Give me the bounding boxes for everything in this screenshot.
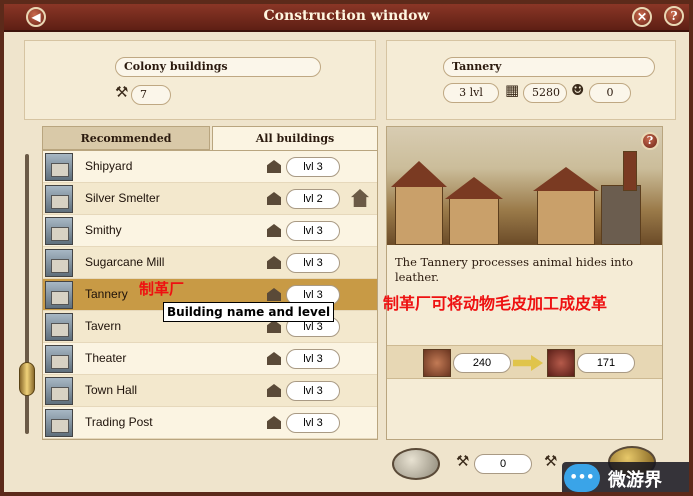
arrow-icon [513,355,543,371]
cost-icon: ▦ [505,81,520,99]
building-icon [45,313,73,341]
selected-building-name: Tannery [443,57,655,77]
building-name: Sugarcane Mill [85,255,165,269]
building-name: Smithy [85,223,122,237]
colony-header: Colony buildings ⚒ 7 [24,40,376,120]
list-item[interactable]: Trading Post lvl 3 [43,407,377,439]
selected-building-cost: 5280 [523,83,567,103]
hammer-icon: ⚒ [115,83,129,101]
tab-recommended[interactable]: Recommended [42,126,210,150]
tab-all-buildings[interactable]: All buildings [212,126,378,150]
window-title: Construction window [263,8,430,24]
list-item[interactable]: Silver Smelter lvl 2 [43,183,377,215]
build-cost: 0 [474,454,532,474]
list-item[interactable]: Shipyard lvl 3 [43,151,377,183]
selected-building-header: Tannery 3 lvl ▦ 5280 ☻ 0 [386,40,676,120]
building-icon [45,281,73,309]
output-amount: 171 [577,353,635,373]
building-detail-panel: ? The Tannery processes animal hides int… [386,126,663,440]
building-level: lvl 3 [286,221,340,241]
building-name: Tannery [85,287,128,301]
tooltip: Building name and level [163,302,335,322]
building-icon [45,153,73,181]
scrollbar-thumb[interactable] [19,362,35,396]
house-icon [267,352,281,365]
list-item[interactable]: Sugarcane Mill lvl 3 [43,247,377,279]
building-level: lvl 3 [286,413,340,433]
hammer-icon: ⚒ [456,452,470,470]
row-annotation: 制革厂 [139,280,185,298]
building-name: Silver Smelter [85,191,160,205]
building-name: Tavern [85,319,122,333]
colony-buildings-label: Colony buildings [115,57,321,77]
help-button[interactable]: ? [664,6,684,26]
plus-icon: ••• [564,464,600,492]
upgrade-icon[interactable] [351,189,369,207]
description-annotation: 制革厂可将动物毛皮加工成皮革 [383,294,608,313]
building-level: lvl 3 [286,253,340,273]
building-list: Shipyard lvl 3 Silver Smelter lvl 2 Smit… [42,150,378,440]
building-icon [45,409,73,437]
watermark-text: 微游界 [608,470,662,491]
watermark: ••• 微游界 [562,462,689,492]
leather-icon [547,349,575,377]
house-icon [267,416,281,429]
building-description: The Tannery processes animal hides into … [395,255,634,284]
house-icon [267,224,281,237]
construction-window: ◀ Construction window ✕ ? Colony buildin… [0,0,693,496]
building-level: lvl 3 [286,381,340,401]
building-icon [45,249,73,277]
building-icon [45,345,73,373]
info-button[interactable]: ? [641,132,659,150]
list-item[interactable]: Town Hall lvl 3 [43,375,377,407]
building-icon [45,217,73,245]
building-icon [45,185,73,213]
building-illustration: ? [387,127,662,245]
list-item[interactable]: Theater lvl 3 [43,343,377,375]
building-name: Shipyard [85,159,133,173]
building-level: lvl 2 [286,189,340,209]
tab-bar: Recommended All buildings [42,126,378,150]
help-icon: ? [670,9,678,23]
house-icon [267,288,281,301]
close-icon: ✕ [636,10,648,24]
production-bar: 240 171 [387,345,662,379]
selected-building-workers: 0 [589,83,631,103]
masks-icon: ☻ [571,81,585,99]
close-button[interactable]: ✕ [632,7,652,27]
selected-building-level: 3 lvl [443,83,499,103]
help-icon: ? [646,134,654,147]
hides-icon [423,349,451,377]
building-level: lvl 3 [286,349,340,369]
building-level: lvl 3 [286,157,340,177]
building-icon [45,377,73,405]
building-name: Theater [85,351,127,365]
house-icon [267,160,281,173]
building-name: Town Hall [85,383,138,397]
hammer-icon: ⚒ [544,452,558,470]
house-icon [267,192,281,205]
list-item[interactable]: Smithy lvl 3 [43,215,377,247]
colony-buildings-count: 7 [131,85,171,105]
build-button[interactable] [392,448,440,480]
input-amount: 240 [453,353,511,373]
title-bar: ◀ Construction window ✕ ? [4,4,689,32]
house-icon [267,384,281,397]
house-icon [267,256,281,269]
building-name: Trading Post [85,415,153,429]
